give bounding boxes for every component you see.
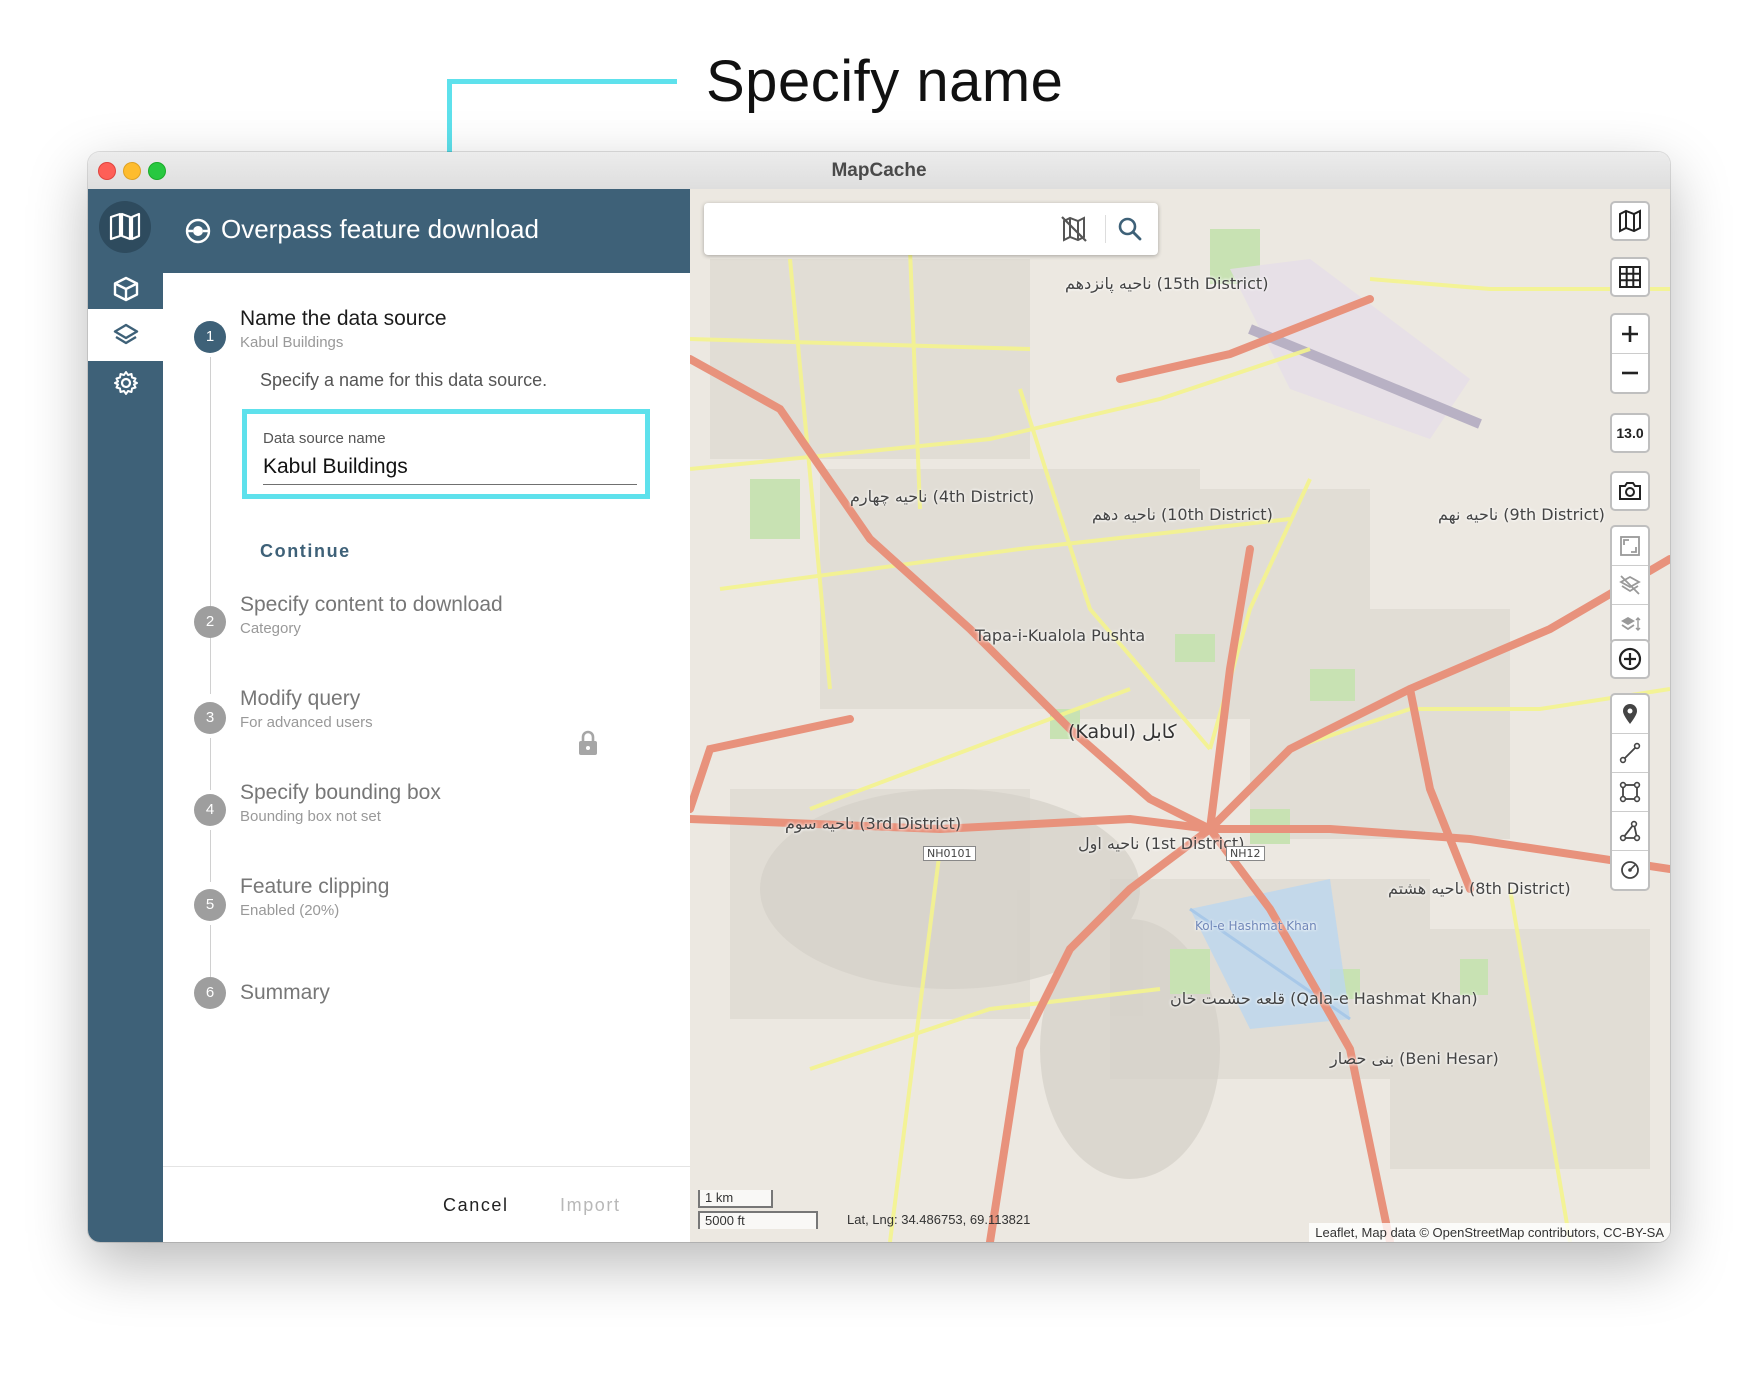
cancel-button[interactable]: Cancel: [443, 1195, 509, 1216]
draw-polygon-icon[interactable]: [1612, 812, 1648, 851]
map-search-bar[interactable]: [704, 203, 1158, 255]
layer-order-icon[interactable]: [1612, 605, 1648, 643]
map-tiles: [690, 189, 1670, 1242]
zoom-in-button[interactable]: [1612, 315, 1648, 354]
hide-results-icon[interactable]: [1060, 215, 1088, 248]
add-feature-layer-icon[interactable]: [1610, 639, 1650, 679]
step-2-title[interactable]: Specify content to download: [240, 593, 503, 617]
app-logo-icon[interactable]: [99, 201, 151, 253]
scale-ft: 5000 ft: [698, 1211, 818, 1229]
grid-icon[interactable]: [1610, 257, 1650, 297]
zoom-out-button[interactable]: [1612, 354, 1648, 392]
step-1-subtitle: Kabul Buildings: [240, 334, 344, 351]
basemap-icon[interactable]: [1610, 201, 1650, 241]
projects-icon[interactable]: [88, 263, 163, 315]
panel-footer: Cancel Import: [163, 1166, 690, 1242]
zoom-level-indicator[interactable]: 13.0: [1610, 413, 1650, 453]
map-attribution[interactable]: Leaflet, Map data © OpenStreetMap contri…: [1309, 1223, 1670, 1242]
overpass-download-panel: Overpass feature download 1 Name the dat…: [163, 189, 691, 1242]
zoom-control: [1610, 313, 1650, 394]
callout-title: Specify name: [706, 49, 1064, 114]
import-button[interactable]: Import: [560, 1195, 621, 1216]
step-connector: [210, 830, 211, 882]
map-label: ناحیه اول (1st District): [1078, 834, 1245, 853]
overpass-icon: [185, 218, 211, 249]
step-5-title[interactable]: Feature clipping: [240, 875, 389, 899]
clear-layers-icon[interactable]: [1612, 566, 1648, 605]
data-source-name-field: Data source name: [242, 409, 650, 499]
map-label: ناحیه هشتم (8th District): [1388, 879, 1571, 898]
step-3-subtitle: For advanced users: [240, 714, 373, 731]
road-shield: NH12: [1226, 846, 1265, 861]
step-connector: [210, 925, 211, 977]
step-6-number: 6: [194, 977, 226, 1009]
map-label: ناحیه نهم (9th District): [1438, 505, 1605, 524]
step-2-subtitle: Category: [240, 620, 301, 637]
panel-title: Overpass feature download: [221, 214, 539, 244]
panel-header: Overpass feature download: [163, 189, 690, 273]
step-connector: [210, 738, 211, 790]
step-1-description: Specify a name for this data source.: [260, 370, 548, 390]
step-3-number: 3: [194, 702, 226, 734]
lock-icon: [577, 729, 599, 762]
window-title: MapCache: [831, 160, 927, 181]
road-shield: NH0101: [923, 846, 976, 861]
step-connector: [210, 357, 211, 647]
map-label: ناحیه پانزدهم (15th District): [1065, 274, 1269, 293]
scale-km: 1 km: [698, 1190, 773, 1208]
step-connector: [210, 642, 211, 694]
map-label-city: (Kabul) کابل: [1068, 721, 1177, 743]
step-3-title[interactable]: Modify query: [240, 687, 360, 711]
map-label: قلعه حشمت خان (Qala-e Hashmat Khan): [1170, 989, 1478, 1008]
callout-line: [447, 79, 677, 84]
map-marker-icon[interactable]: [1612, 695, 1648, 734]
step-5-number: 5: [194, 889, 226, 921]
zoom-level-value: 13.0: [1616, 425, 1644, 441]
layers-icon[interactable]: [88, 309, 163, 361]
camera-icon[interactable]: [1610, 471, 1650, 511]
step-6-title[interactable]: Summary: [240, 981, 330, 1005]
step-5-subtitle: Enabled (20%): [240, 902, 340, 919]
map-label: ناحیه سوم (3rd District): [785, 814, 962, 833]
settings-gear-icon[interactable]: [88, 357, 163, 409]
draw-tools-group: [1610, 693, 1650, 891]
step-2-number: 2: [194, 606, 226, 638]
map-label: Kol-e Hashmat Khan: [1195, 919, 1317, 933]
map-label: ناحیه دهم (10th District): [1092, 505, 1273, 524]
search-icon[interactable]: [1117, 216, 1143, 247]
continue-button[interactable]: Continue: [260, 541, 351, 562]
map-label: بنی حصار (Beni Hesar): [1330, 1049, 1499, 1068]
fit-extent-icon[interactable]: [1612, 527, 1648, 566]
app-window: MapCache Overpass feature download 1 Nam…: [88, 152, 1670, 1242]
search-divider: [1105, 215, 1106, 243]
layer-tools-group: [1610, 525, 1650, 645]
cursor-coordinates: Lat, Lng: 34.486753, 69.113821: [847, 1212, 1031, 1227]
step-4-title[interactable]: Specify bounding box: [240, 781, 441, 805]
draw-line-icon[interactable]: [1612, 734, 1648, 773]
map-view[interactable]: ناحیه پانزدهم (15th District) ناحیه چهار…: [690, 189, 1670, 1242]
navigation-rail: [88, 189, 163, 1242]
step-4-subtitle: Bounding box not set: [240, 808, 381, 825]
map-label: Tapa-i-Kualola Pushta: [975, 626, 1146, 645]
map-label: ناحیه چهارم (4th District): [850, 487, 1035, 506]
data-source-name-label: Data source name: [263, 430, 386, 447]
step-1-title[interactable]: Name the data source: [240, 307, 447, 331]
title-bar: MapCache: [88, 152, 1670, 190]
data-source-name-input[interactable]: [263, 450, 637, 485]
step-4-number: 4: [194, 794, 226, 826]
draw-circle-icon[interactable]: [1612, 851, 1648, 889]
step-1-number: 1: [194, 321, 226, 353]
draw-rectangle-icon[interactable]: [1612, 773, 1648, 812]
